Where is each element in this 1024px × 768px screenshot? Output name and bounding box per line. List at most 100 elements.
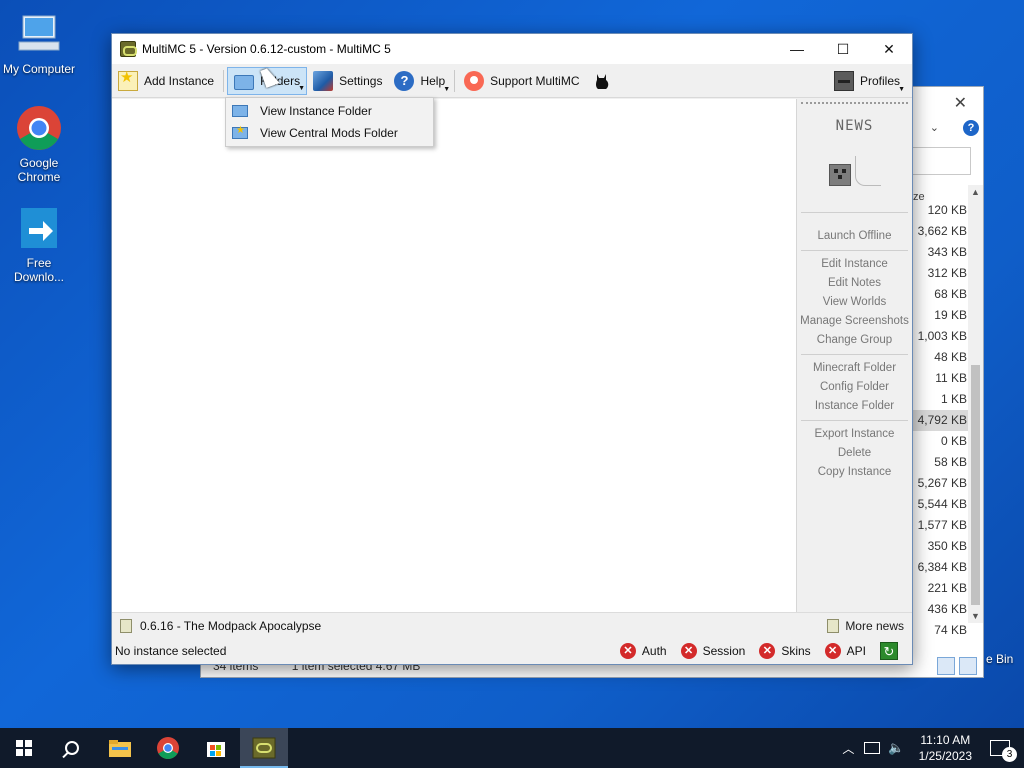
file-size-cell[interactable]: 0 KB — [913, 431, 969, 452]
main-toolbar: Add Instance Folders ▼ Settings ? Help ▼… — [112, 64, 912, 98]
minimize-button[interactable]: — — [774, 34, 820, 64]
more-news-label: More news — [845, 618, 904, 633]
network-icon[interactable] — [864, 742, 881, 754]
sidebar-action-copy-instance[interactable]: Copy Instance — [797, 463, 912, 482]
recycle-bin-label[interactable]: e Bin — [986, 652, 1013, 666]
taskbar-store[interactable] — [192, 728, 240, 768]
scroll-up-icon[interactable]: ▲ — [971, 187, 980, 197]
desktop-icon-label: Free Downlo... — [13, 256, 65, 284]
file-size-cell[interactable]: 48 KB — [913, 347, 969, 368]
sidebar-action-minecraft-folder[interactable]: Minecraft Folder — [797, 359, 912, 378]
sidebar-action-manage-screenshots[interactable]: Manage Screenshots — [797, 312, 912, 331]
latest-news-label: 0.6.16 - The Modpack Apocalypse — [140, 618, 322, 633]
maximize-button[interactable]: ☐ — [820, 34, 866, 64]
sidebar-action-export-instance[interactable]: Export Instance — [797, 425, 912, 444]
news-heading: NEWS — [835, 118, 874, 134]
sidebar-separator — [801, 250, 908, 251]
explorer-search-input[interactable] — [911, 147, 971, 175]
latest-news-link[interactable]: 0.6.16 - The Modpack Apocalypse — [112, 618, 322, 633]
status-indicator-api[interactable]: ✕ API — [824, 643, 866, 659]
instance-sidebar: NEWS Launch Offline Edit Instance Edit Not… — [796, 99, 912, 612]
desktop-icon-chrome[interactable]: Google Chrome — [0, 104, 78, 184]
settings-button[interactable]: Settings — [307, 67, 388, 95]
add-instance-icon — [118, 68, 138, 91]
help-label: Help — [420, 73, 446, 88]
notification-count-badge: 3 — [1002, 747, 1017, 762]
sidebar-action-edit-notes[interactable]: Edit Notes — [797, 274, 912, 293]
details-view-icon[interactable] — [937, 657, 955, 675]
file-size-cell[interactable]: 221 KB — [913, 578, 969, 599]
show-hidden-icons-chevron-icon[interactable]: ︿ — [842, 740, 854, 757]
file-size-cell[interactable]: 1 KB — [913, 389, 969, 410]
toolbar-separator — [454, 69, 456, 92]
add-instance-button[interactable]: Add Instance — [112, 67, 220, 95]
help-icon[interactable]: ? — [963, 120, 979, 136]
multimc-icon — [252, 737, 276, 759]
volume-icon[interactable]: 🔈 — [888, 740, 904, 756]
status-indicator-skins[interactable]: ✕ Skins — [759, 643, 811, 659]
cat-button[interactable] — [586, 67, 618, 95]
scroll-down-icon[interactable]: ▼ — [971, 611, 980, 621]
file-size-cell[interactable]: 1,577 KB — [913, 515, 969, 536]
speech-bubble-icon — [854, 156, 881, 186]
file-size-cell[interactable]: 58 KB — [913, 452, 969, 473]
sidebar-action-launch-offline[interactable]: Launch Offline — [797, 227, 912, 246]
file-size-cell[interactable]: 68 KB — [913, 284, 969, 305]
taskbar-multimc[interactable] — [240, 728, 288, 768]
support-multimc-button[interactable]: Support MultiMC — [458, 67, 585, 95]
file-size-cell[interactable]: 5,544 KB — [913, 494, 969, 515]
status-indicator-session[interactable]: ✕ Session — [680, 643, 745, 659]
desktop-icon-my-computer[interactable]: My Computer — [0, 10, 78, 76]
chevron-down-icon[interactable]: ⌄ — [930, 121, 939, 134]
clock[interactable]: 11:10 AM 1/25/2023 — [919, 732, 972, 764]
profiles-button[interactable]: Profiles ▼ — [828, 67, 906, 95]
news-icon — [825, 142, 885, 202]
file-size-cell[interactable]: 312 KB — [913, 263, 969, 284]
file-size-cell[interactable]: 436 KB — [913, 599, 969, 620]
instance-list[interactable] — [112, 99, 796, 612]
file-size-cell[interactable]: 1,003 KB — [913, 326, 969, 347]
search-button[interactable] — [48, 728, 96, 768]
explorer-close-icon[interactable]: ✕ — [954, 93, 967, 113]
desktop-icon-free-download[interactable]: Free Downlo... — [0, 204, 78, 284]
explorer-scrollbar[interactable]: ▲ ▼ — [968, 185, 983, 623]
chrome-icon — [15, 104, 63, 152]
more-news-button[interactable]: More news — [827, 618, 904, 633]
sidebar-action-change-group[interactable]: Change Group — [797, 331, 912, 350]
file-size-cell[interactable]: 5,267 KB — [913, 473, 969, 494]
title-bar[interactable]: MultiMC 5 - Version 0.6.12-custom - Mult… — [112, 34, 912, 64]
file-size-cell[interactable]: 11 KB — [913, 368, 969, 389]
file-size-cell[interactable]: 19 KB — [913, 305, 969, 326]
settings-label: Settings — [339, 73, 383, 88]
view-instance-folder-menu-item[interactable]: View Instance Folder — [226, 100, 433, 122]
help-button[interactable]: ? Help ▼ — [388, 67, 451, 95]
add-instance-label: Add Instance — [144, 73, 215, 88]
sidebar-action-view-worlds[interactable]: View Worlds — [797, 293, 912, 312]
refresh-status-icon[interactable]: ↻ — [880, 642, 898, 660]
action-center-icon[interactable]: 3 — [990, 740, 1017, 762]
sidebar-action-edit-instance[interactable]: Edit Instance — [797, 255, 912, 274]
sidebar-separator — [801, 212, 908, 213]
sidebar-action-instance-folder[interactable]: Instance Folder — [797, 397, 912, 416]
close-button[interactable]: ✕ — [866, 34, 912, 64]
chrome-icon — [157, 737, 179, 759]
settings-icon — [313, 70, 334, 91]
taskbar-chrome[interactable] — [144, 728, 192, 768]
status-indicator-auth[interactable]: ✕ Auth — [619, 643, 667, 659]
scrollbar-thumb[interactable] — [971, 365, 980, 605]
file-size-cell[interactable]: 6,384 KB — [913, 557, 969, 578]
file-size-cell[interactable]: 120 KB — [913, 200, 969, 221]
large-icons-view-icon[interactable] — [959, 657, 977, 675]
file-size-cell[interactable]: 3,662 KB — [913, 221, 969, 242]
sidebar-action-delete[interactable]: Delete — [797, 444, 912, 463]
file-size-cell[interactable]: 74 KB — [913, 620, 969, 641]
file-size-cell[interactable]: 350 KB — [913, 536, 969, 557]
mods-folder-icon — [232, 125, 248, 139]
sidebar-action-config-folder[interactable]: Config Folder — [797, 378, 912, 397]
file-size-cell[interactable]: 343 KB — [913, 242, 969, 263]
file-size-cell[interactable]: 4,792 KB — [913, 410, 969, 431]
view-central-mods-folder-menu-item[interactable]: View Central Mods Folder — [226, 122, 433, 144]
status-bar: No instance selected ✕ Auth ✕ Session ✕ Skins… — [112, 638, 912, 664]
taskbar-file-explorer[interactable] — [96, 728, 144, 768]
start-button[interactable] — [0, 728, 48, 768]
